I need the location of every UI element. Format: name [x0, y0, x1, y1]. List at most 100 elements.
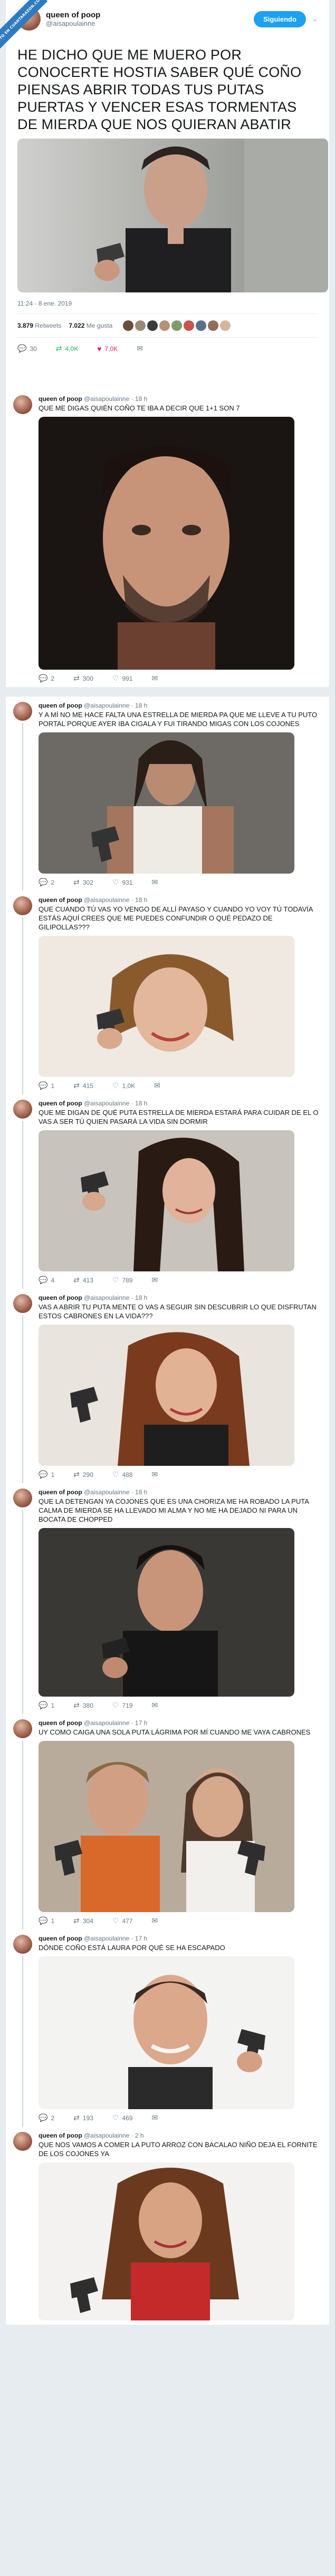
retweet-button[interactable]: ⇄ 4,0K	[56, 344, 78, 353]
avatar[interactable]	[13, 395, 32, 414]
reply-photo[interactable]	[39, 1528, 294, 1697]
handle[interactable]: @aisapoulainne · 18 h	[84, 702, 147, 709]
reply-button[interactable]: 💬 2	[39, 878, 54, 887]
reply-tweet[interactable]: queen of poop @aisapoulainne · 17 h DÓND…	[5, 1929, 330, 2127]
dm-button[interactable]: ✉	[151, 1470, 158, 1479]
like-button[interactable]: ♡ 469	[112, 2113, 133, 2122]
retweet-button[interactable]: ⇄ 380	[73, 1701, 93, 1710]
following-button[interactable]: Siguiendo	[254, 11, 306, 27]
reply-button[interactable]: 💬 1	[39, 1916, 54, 1925]
like-button[interactable]: ♡ 789	[112, 1276, 133, 1285]
reply-tweet[interactable]: queen of poop @aisapoulainne · 18 h QUE …	[5, 891, 330, 1094]
handle[interactable]: @aisapoulainne · 18 h	[84, 1294, 147, 1301]
avatar[interactable]	[13, 1294, 32, 1313]
avatar[interactable]	[13, 1488, 32, 1507]
dm-button[interactable]: ✉	[154, 1081, 160, 1090]
handle[interactable]: @aisapoulainne	[46, 19, 254, 27]
reply-photo[interactable]	[39, 1325, 294, 1466]
reply-button[interactable]: 💬 30	[17, 344, 37, 353]
handle[interactable]: @aisapoulainne · 17 h	[84, 1935, 147, 1942]
likers-avatars[interactable]	[123, 320, 231, 331]
display-name[interactable]: queen of poop	[39, 1100, 82, 1107]
reply-photo[interactable]	[39, 936, 294, 1077]
avatar[interactable]	[13, 1719, 32, 1738]
like-button[interactable]: ♡ 1,0K	[112, 1081, 135, 1090]
retweet-button[interactable]: ⇄ 302	[73, 878, 93, 887]
retweet-button[interactable]: ⇄ 290	[73, 1470, 93, 1479]
avatar[interactable]	[13, 702, 32, 721]
handle[interactable]: @aisapoulainne · 17 h	[84, 1719, 147, 1727]
reply-body: queen of poop @aisapoulainne · 18 h QUE …	[39, 395, 322, 683]
display-name[interactable]: queen of poop	[39, 1719, 82, 1727]
display-name[interactable]: queen of poop	[46, 11, 254, 19]
like-button[interactable]: ♡ 991	[112, 674, 133, 683]
dm-button[interactable]: ✉	[151, 1276, 158, 1285]
reply-tweet[interactable]: queen of poop @aisapoulainne · 17 h UY C…	[5, 1714, 330, 1929]
avatar[interactable]	[13, 2132, 32, 2151]
retweet-button[interactable]: ⇄ 413	[73, 1276, 93, 1285]
retweet-button[interactable]: ⇄ 415	[73, 1081, 93, 1090]
likes-count[interactable]: 7.022 Me gusta	[69, 322, 112, 329]
tweet-stats: 3.879 Retweets 7.022 Me gusta	[17, 320, 318, 331]
retweet-button[interactable]: ⇄ 300	[73, 674, 93, 683]
tweet-photo[interactable]	[17, 139, 328, 292]
reply-tweet[interactable]: queen of poop @aisapoulainne · 18 h QUE …	[5, 1094, 330, 1289]
reply-body: queen of poop @aisapoulainne · 18 h Y A …	[39, 702, 322, 887]
couple-with-guns-image	[39, 1741, 294, 1912]
reply-icon: 💬	[39, 674, 48, 682]
reply-tweet[interactable]: queen of poop @aisapoulainne · 18 h VAS …	[5, 1289, 330, 1483]
handle[interactable]: @aisapoulainne · 18 h	[84, 1100, 147, 1107]
retweet-icon: ⇄	[73, 1916, 80, 1925]
dm-button[interactable]: ✉	[151, 878, 158, 887]
mail-icon: ✉	[151, 2113, 158, 2122]
display-name[interactable]: queen of poop	[39, 896, 82, 904]
avatar[interactable]	[13, 1935, 32, 1954]
reply-tweet[interactable]: queen of poop @aisapoulainne · 18 h Y A …	[5, 697, 330, 891]
retweet-button[interactable]: ⇄ 304	[73, 1916, 93, 1925]
display-name[interactable]: queen of poop	[39, 2132, 82, 2139]
like-button[interactable]: ♡ 477	[112, 1916, 133, 1925]
like-button[interactable]: ♥ 7,0K	[97, 345, 118, 353]
display-name[interactable]: queen of poop	[39, 395, 82, 403]
like-button[interactable]: ♡ 719	[112, 1701, 133, 1710]
reply-button[interactable]: 💬 1	[39, 1081, 54, 1090]
reply-header: queen of poop @aisapoulainne · 2 h	[39, 2132, 322, 2139]
handle[interactable]: @aisapoulainne · 18 h	[84, 896, 147, 904]
avatar[interactable]	[13, 896, 32, 915]
reply-photo[interactable]	[39, 417, 294, 670]
display-name[interactable]: queen of poop	[39, 702, 82, 709]
retweets-count[interactable]: 3.879 Retweets	[17, 322, 61, 329]
reply-photo[interactable]	[39, 1741, 294, 1912]
handle[interactable]: @aisapoulainne · 18 h	[84, 1488, 147, 1496]
handle[interactable]: @aisapoulainne · 18 h	[84, 395, 147, 403]
reply-photo[interactable]	[39, 2162, 294, 2320]
reply-button[interactable]: 💬 4	[39, 1276, 54, 1285]
display-name[interactable]: queen of poop	[39, 1935, 82, 1942]
reply-button[interactable]: 💬 2	[39, 674, 54, 683]
handle[interactable]: @aisapoulainne · 2 h	[84, 2132, 144, 2139]
reply-tweet[interactable]: queen of poop @aisapoulainne · 18 h QUE …	[5, 1483, 330, 1714]
retweet-button[interactable]: ⇄ 193	[73, 2113, 93, 2122]
dm-button[interactable]: ✉	[151, 1701, 158, 1710]
dm-button[interactable]: ✉	[151, 1916, 158, 1925]
tweet-timestamp[interactable]: 11:24 - 8 ene. 2019	[17, 300, 318, 307]
avatar[interactable]	[13, 1100, 32, 1119]
reply-button[interactable]: 💬 1	[39, 1470, 54, 1479]
display-name[interactable]: queen of poop	[39, 1294, 82, 1301]
chevron-down-icon[interactable]: ⌄	[312, 15, 318, 23]
retweet-icon: ⇄	[73, 1276, 80, 1284]
display-name[interactable]: queen of poop	[39, 1488, 82, 1496]
reply-photo[interactable]	[39, 1130, 294, 1271]
dm-button[interactable]: ✉	[151, 2113, 158, 2122]
like-button[interactable]: ♡ 931	[112, 878, 133, 887]
reply-tweet[interactable]: queen of poop @aisapoulainne · 18 h QUE …	[5, 390, 330, 687]
like-button[interactable]: ♡ 488	[112, 1470, 133, 1479]
reply-button[interactable]: 💬 1	[39, 1701, 54, 1710]
dm-button[interactable]: ✉	[137, 344, 143, 353]
mail-icon: ✉	[154, 1081, 160, 1090]
reply-photo[interactable]	[39, 1956, 294, 2109]
dm-button[interactable]: ✉	[151, 674, 158, 683]
reply-photo[interactable]	[39, 732, 294, 874]
reply-tweet[interactable]: queen of poop @aisapoulainne · 2 h QUE N…	[5, 2127, 330, 2325]
reply-button[interactable]: 💬 2	[39, 2113, 54, 2122]
